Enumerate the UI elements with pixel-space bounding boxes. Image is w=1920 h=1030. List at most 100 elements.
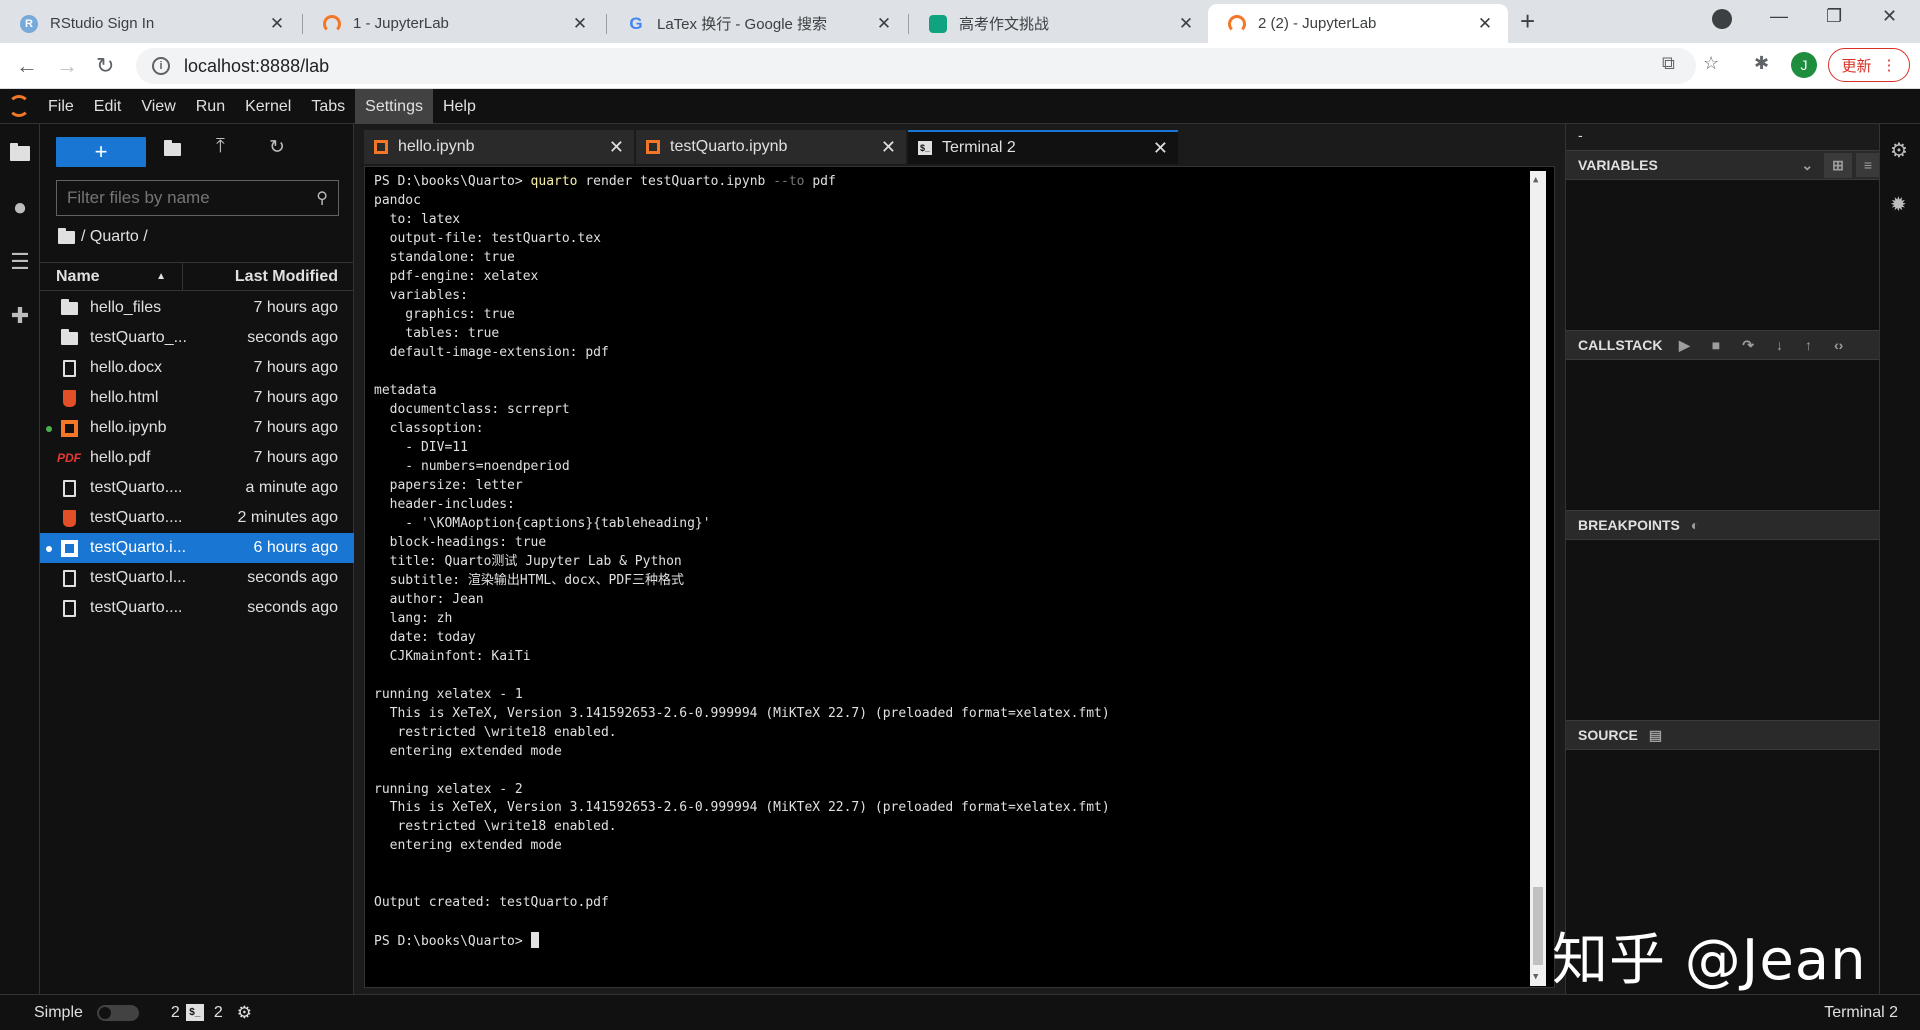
tab-terminal-2[interactable]: $_ Terminal 2 ✕ — [908, 130, 1178, 164]
terminal-panel[interactable]: PS D:\books\Quarto> quarto render testQu… — [364, 166, 1555, 988]
browser-tab-google[interactable]: G LaTex 换行 - Google 搜索 ✕ — [607, 4, 907, 43]
list-item-selected[interactable]: testQuarto.i... 6 hours ago — [40, 533, 354, 563]
breadcrumb-path[interactable]: / Quarto / — [81, 228, 148, 246]
column-name[interactable]: Name ▲ — [40, 263, 183, 290]
maximize-icon[interactable]: ❐ — [1826, 6, 1842, 27]
new-folder-icon[interactable] — [164, 140, 181, 161]
menu-file[interactable]: File — [38, 89, 84, 124]
search-icon: ⚲ — [316, 190, 328, 207]
kernels-count[interactable]: 2 — [171, 1004, 180, 1022]
upload-icon[interactable]: ⤒ — [216, 135, 225, 158]
list-item[interactable]: hello.docx 7 hours ago — [40, 353, 354, 383]
active-document-label: Terminal 2 — [1824, 1003, 1898, 1021]
extension-manager-icon[interactable]: ✚ — [8, 304, 32, 328]
url-text[interactable]: localhost:8888/lab — [184, 56, 329, 77]
menu-view[interactable]: View — [131, 89, 185, 124]
breakpoints-header: BREAKPOINTS ◐ — [1566, 510, 1880, 540]
table-view-icon[interactable]: ≡ — [1855, 153, 1880, 177]
extensions-icon[interactable]: ✱ — [1754, 53, 1769, 74]
terminal-icon: $_ — [918, 141, 932, 155]
more-icon: ⋮ — [1881, 57, 1897, 74]
menu-settings[interactable]: Settings — [355, 88, 433, 124]
tab-hello-ipynb[interactable]: hello.ipynb ✕ — [364, 130, 634, 164]
chevron-down-icon[interactable]: ⌄ — [1801, 157, 1813, 174]
close-icon[interactable]: ✕ — [881, 137, 896, 158]
simple-mode-toggle[interactable] — [96, 1004, 139, 1021]
source-title: SOURCE — [1578, 727, 1638, 743]
menu-help[interactable]: Help — [433, 89, 486, 124]
translate-icon[interactable]: ⧉ — [1662, 53, 1675, 74]
reload-icon[interactable]: ↻ — [96, 53, 114, 79]
window-close-icon[interactable]: ✕ — [1882, 6, 1897, 27]
list-item[interactable]: testQuarto.... seconds ago — [40, 593, 354, 623]
menu-kernel[interactable]: Kernel — [235, 89, 301, 124]
running-sessions-icon[interactable]: ⏺ — [8, 196, 32, 220]
close-icon[interactable]: ✕ — [571, 14, 589, 34]
info-icon[interactable]: i — [152, 57, 170, 75]
list-item[interactable]: testQuarto_... seconds ago — [40, 323, 354, 353]
filter-files-field[interactable]: ⚲ — [56, 180, 339, 216]
tree-view-icon[interactable]: ⊞ — [1824, 152, 1852, 178]
back-icon[interactable]: ← — [16, 53, 38, 79]
forward-icon[interactable]: → — [56, 53, 78, 79]
star-icon[interactable]: ☆ — [1703, 53, 1719, 74]
browser-tab-jupyterlab-1[interactable]: 1 - JupyterLab ✕ — [303, 4, 603, 43]
folder-icon — [60, 328, 78, 347]
close-icon[interactable]: ✕ — [1476, 14, 1494, 34]
list-item[interactable]: PDF hello.pdf 7 hours ago — [40, 443, 354, 473]
close-icon[interactable]: ✕ — [875, 14, 893, 34]
refresh-icon[interactable]: ↻ — [269, 136, 285, 159]
menu-run[interactable]: Run — [186, 89, 235, 124]
list-item[interactable]: testQuarto.... 2 minutes ago — [40, 503, 354, 533]
play-icon[interactable]: ▶ — [1679, 337, 1690, 354]
tab-testquarto-ipynb[interactable]: testQuarto.ipynb ✕ — [636, 130, 906, 164]
html5-icon — [60, 509, 78, 527]
list-item[interactable]: hello_files 7 hours ago — [40, 293, 354, 323]
table-of-contents-icon[interactable]: ☰ — [8, 250, 32, 274]
property-inspector-icon[interactable]: ⚙ — [1890, 138, 1908, 163]
menu-tabs[interactable]: Tabs — [301, 89, 355, 124]
scroll-up-icon[interactable]: ▲ — [1533, 175, 1538, 185]
list-item[interactable]: testQuarto.l... seconds ago — [40, 563, 354, 593]
breakpoints-body — [1566, 540, 1880, 720]
folder-icon[interactable] — [58, 227, 75, 244]
terminal-scrollbar[interactable]: ▲ ▼ — [1530, 171, 1546, 986]
omnibox[interactable]: i localhost:8888/lab — [136, 48, 1696, 84]
step-into-icon[interactable]: ↓ — [1776, 337, 1783, 353]
close-icon[interactable]: ✕ — [609, 137, 624, 158]
step-out-icon[interactable]: ↑ — [1805, 337, 1812, 353]
step-over-icon[interactable]: ↷ — [1742, 337, 1754, 354]
stop-icon[interactable]: ■ — [1712, 337, 1720, 353]
browser-tab-chatgpt[interactable]: 高考作文挑战 ✕ — [909, 4, 1209, 43]
open-source-icon[interactable]: ▤ — [1649, 727, 1662, 744]
scroll-down-icon[interactable]: ▼ — [1533, 972, 1538, 982]
new-tab-button[interactable]: + — [1520, 8, 1535, 34]
folder-icon — [60, 298, 78, 317]
avatar[interactable]: J — [1791, 52, 1817, 78]
evaluate-code-icon[interactable]: ‹› — [1834, 337, 1843, 353]
remove-breakpoints-icon[interactable]: ◐ — [1691, 517, 1699, 533]
close-icon[interactable]: ✕ — [1177, 14, 1195, 34]
browser-tab-rstudio[interactable]: R RStudio Sign In ✕ — [0, 4, 300, 43]
close-icon[interactable]: ✕ — [268, 14, 286, 34]
menu-edit[interactable]: Edit — [84, 89, 132, 124]
column-last-modified[interactable]: Last Modified — [183, 263, 354, 290]
notebook-icon — [374, 140, 388, 154]
folder-icon[interactable] — [8, 142, 32, 166]
new-launcher-button[interactable]: + — [56, 137, 146, 167]
tab-search-icon[interactable] — [1712, 9, 1732, 29]
sort-up-icon: ▲ — [156, 271, 166, 282]
list-item[interactable]: testQuarto.... a minute ago — [40, 473, 354, 503]
settings-gear-icon[interactable]: ⚙ — [237, 1003, 252, 1023]
browser-tab-jupyterlab-2[interactable]: 2 (2) - JupyterLab ✕ — [1208, 4, 1508, 43]
list-item[interactable]: hello.ipynb 7 hours ago — [40, 413, 354, 443]
close-icon[interactable]: ✕ — [1153, 138, 1168, 159]
scrollbar-thumb[interactable] — [1533, 887, 1543, 965]
file-modified: 7 hours ago — [253, 449, 338, 466]
filter-input[interactable] — [67, 188, 317, 208]
minimize-icon[interactable]: — — [1770, 6, 1788, 27]
terminals-count[interactable]: 2 — [214, 1004, 223, 1022]
update-button[interactable]: 更新 ⋮ — [1828, 48, 1910, 82]
debugger-bug-icon[interactable]: ✹ — [1890, 192, 1907, 217]
list-item[interactable]: hello.html 7 hours ago — [40, 383, 354, 413]
